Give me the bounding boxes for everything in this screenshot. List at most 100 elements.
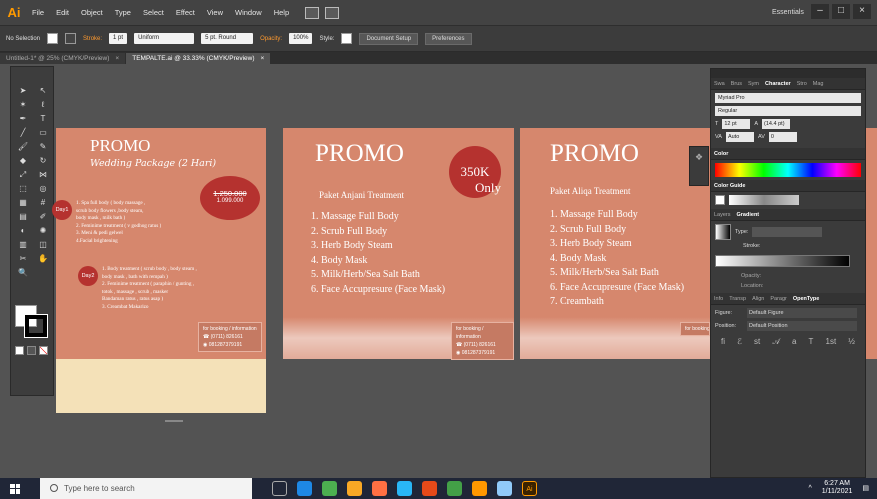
rectangle-tool-icon[interactable]: ▭ [35,127,51,139]
tab-paragraph[interactable]: Paragr [770,296,787,302]
workspace-switcher[interactable]: Essentials [772,9,804,16]
fill-stroke-control[interactable] [15,305,49,339]
menu-help[interactable]: Help [274,8,289,17]
mesh-tool-icon[interactable]: # [35,197,51,209]
preferences-button[interactable]: Preferences [425,32,472,45]
chrome-icon[interactable] [322,481,337,496]
taskbar-search[interactable]: Type here to search [40,478,252,499]
tab-opentype[interactable]: OpenType [793,296,820,302]
tab-gradient[interactable]: Gradient [737,212,760,218]
eraser-tool-icon[interactable]: ◆ [15,155,31,167]
kerning-field[interactable]: Auto [725,132,754,142]
file-explorer-icon[interactable] [347,481,362,496]
tab-character[interactable]: Character [765,81,791,87]
direct-selection-tool-icon[interactable]: ↖ [35,85,51,97]
brush-definition[interactable]: 5 pt. Round [201,33,254,44]
color-panel-title[interactable]: Color [714,151,728,157]
tab-brushes[interactable]: Brus [731,81,742,87]
fill-swatch[interactable] [47,33,59,44]
dock-header[interactable] [711,69,865,78]
free-transform-tool-icon[interactable]: ⬚ [15,183,31,195]
font-family-field[interactable]: Myriad Pro [715,93,861,103]
menu-file[interactable]: File [32,8,44,17]
width-tool-icon[interactable]: ⋈ [35,169,51,181]
menu-select[interactable]: Select [143,8,164,17]
gradient-tool-icon[interactable]: ▤ [15,211,31,223]
tab-align[interactable]: Align [752,296,764,302]
contextual-alternates-icon[interactable]: ℰ [737,337,742,347]
close-button[interactable]: × [853,4,871,19]
paintbrush-tool-icon[interactable]: 🖌 [15,141,31,153]
shape-builder-tool-icon[interactable]: ◎ [35,183,51,195]
app-icon[interactable] [372,481,387,496]
figure-select[interactable]: Default Figure [747,308,857,318]
menu-object[interactable]: Object [81,8,103,17]
arrange-documents-icon[interactable] [325,6,340,19]
notifications-icon[interactable]: ▤ [862,484,869,492]
stroke-label[interactable]: Stroke: [83,36,102,42]
hand-tool-icon[interactable]: ✋ [35,253,51,265]
menu-view[interactable]: View [207,8,223,17]
system-clock[interactable]: 6:27 AM 1/11/2021 [822,480,853,497]
stylistic-alternates-icon[interactable]: a [792,337,796,347]
collapsed-panel[interactable]: ❖ [689,146,709,186]
harmony-colors[interactable] [729,195,799,205]
tab-swatches[interactable]: Swa [714,81,725,87]
task-view-icon[interactable] [272,481,287,496]
panel-options-icon[interactable]: ❖ [690,147,708,167]
stroke-weight-field[interactable]: 1 pt [109,33,128,44]
tab-info[interactable]: Info [714,296,723,302]
standard-ligatures-icon[interactable]: fi [721,337,725,347]
swash-icon[interactable]: 𝒜 [772,337,780,347]
gradient-type-field[interactable] [752,227,823,237]
color-guide-title[interactable]: Color Guide [714,183,745,189]
opacity-label[interactable]: Opacity: [260,36,282,42]
bridge-icon[interactable] [305,6,320,19]
slice-tool-icon[interactable]: ✂ [15,253,31,265]
tab-symbols[interactable]: Sym [748,81,759,87]
gradient-slider[interactable] [715,255,850,267]
artboard-tool-icon[interactable]: ◫ [35,239,51,251]
pencil-tool-icon[interactable]: ✎ [35,141,51,153]
ordinals-icon[interactable]: 1st [826,337,837,347]
opacity-field[interactable]: 100% [289,33,313,44]
blend-tool-icon[interactable]: ◐ [15,225,31,237]
zoom-tool-icon[interactable]: 🔍 [15,267,31,279]
tab-layers[interactable]: Layers [714,212,731,218]
fractions-icon[interactable]: ½ [848,337,855,347]
rotate-tool-icon[interactable]: ↻ [35,155,51,167]
close-tab-icon[interactable]: × [115,55,119,62]
stroke-color-box[interactable] [24,314,48,338]
column-graph-tool-icon[interactable]: ▥ [15,239,31,251]
lasso-tool-icon[interactable]: ℓ [35,99,51,111]
edge-icon[interactable] [297,481,312,496]
discretionary-ligatures-icon[interactable]: st [754,337,760,347]
windows-start-icon[interactable] [10,483,20,494]
type-tool-icon[interactable]: T [35,113,51,125]
artboard-aliqa[interactable]: PROMO Paket Aliqa Treatment 1. Massage F… [520,128,710,359]
show-hidden-icons[interactable]: ^ [808,485,811,492]
app-icon[interactable] [472,481,487,496]
minimize-button[interactable]: – [811,4,829,19]
titling-alternates-icon[interactable]: T [809,337,814,347]
perspective-grid-tool-icon[interactable]: ▦ [15,197,31,209]
symbol-sprayer-tool-icon[interactable]: ✺ [35,225,51,237]
pen-tool-icon[interactable]: ✒ [15,113,31,125]
tab-stroke[interactable]: Stro [797,81,807,87]
tracking-field[interactable]: 0 [768,132,797,142]
line-tool-icon[interactable]: ╱ [15,127,31,139]
font-style-field[interactable]: Regular [715,106,861,116]
font-size-field[interactable]: 12 pt [722,119,751,129]
gradient-mode-icon[interactable] [27,346,36,355]
tab-magic-wand[interactable]: Mag [813,81,824,87]
tab-untitled[interactable]: Untitled-1* @ 25% (CMYK/Preview) × [0,53,126,64]
artboard-anjani[interactable]: PROMO 350K Only Paket Anjani Treatment 1… [283,128,514,360]
color-spectrum[interactable] [715,163,861,177]
illustrator-taskbar-icon[interactable]: Ai [522,481,537,496]
leading-field[interactable]: (14.4 pt) [762,119,791,129]
document-setup-button[interactable]: Document Setup [359,32,419,45]
artboard-wedding-package[interactable]: PROMO Wedding Package (2 Hari) 1.250.000… [52,128,266,359]
none-mode-icon[interactable] [39,346,48,355]
tab-transparency[interactable]: Transp [729,296,746,302]
graphic-style-swatch[interactable] [341,33,353,44]
